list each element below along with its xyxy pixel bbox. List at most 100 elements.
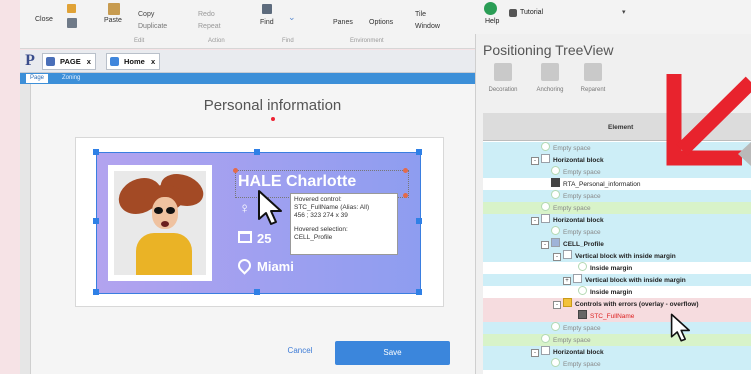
tree-row[interactable]: Empty space — [483, 226, 751, 238]
editor-subtab-bar: Page Zoning — [20, 73, 475, 84]
resize-handle[interactable] — [93, 218, 99, 224]
group-environment-label: Environment — [350, 38, 384, 44]
collapse-toggle[interactable]: - — [553, 253, 561, 261]
checkbox[interactable] — [563, 250, 572, 259]
page-icon — [46, 57, 55, 66]
tree-row[interactable]: Empty space — [483, 322, 751, 334]
tree-row[interactable]: + Vertical block with inside margin — [483, 274, 751, 286]
tree-row[interactable]: Inside margin — [483, 262, 751, 274]
help-icon[interactable] — [484, 2, 497, 15]
checkbox[interactable] — [541, 214, 550, 223]
tree-row[interactable]: Empty space — [483, 334, 751, 346]
close-icon[interactable] — [67, 4, 76, 13]
paste-button[interactable]: Paste — [104, 17, 122, 24]
sunglasses-shape — [154, 207, 176, 214]
checkbox[interactable] — [578, 286, 587, 295]
tree-row-label: Horizontal block — [553, 157, 604, 164]
tree-row[interactable]: STC_FullName — [483, 310, 751, 322]
tree-row[interactable]: Empty space — [483, 358, 751, 370]
checkbox[interactable] — [551, 190, 560, 199]
profile-photo[interactable] — [108, 165, 212, 281]
tab-home[interactable]: Home x — [106, 53, 161, 70]
checkbox[interactable] — [541, 202, 550, 211]
tree-row[interactable]: - CELL_Profile — [483, 238, 751, 250]
resize-handle[interactable] — [93, 289, 99, 295]
tree-row-label: Empty space — [563, 325, 601, 332]
repeat-button[interactable]: Repeat — [198, 23, 221, 30]
copy-button[interactable]: Copy — [138, 11, 154, 18]
red-arrow-icon — [666, 74, 751, 166]
collapse-toggle[interactable]: - — [553, 301, 561, 309]
decoration-button[interactable]: Decoration — [482, 63, 524, 93]
tooltip-line: CELL_Profile — [294, 234, 333, 241]
tree-row[interactable]: - Horizontal block — [483, 214, 751, 226]
find-icon[interactable] — [262, 4, 272, 14]
window-button[interactable]: Window — [415, 23, 440, 30]
mouse-cursor-icon — [258, 190, 282, 225]
anchoring-icon — [541, 63, 559, 81]
checkbox[interactable] — [551, 226, 560, 235]
duplicate-button[interactable]: Duplicate — [138, 23, 167, 30]
tree-row[interactable]: Inside margin — [483, 286, 751, 298]
ribbon-toolbar: Close Paste Copy Duplicate Edit Redo Rep… — [20, 0, 475, 49]
panes-button[interactable]: Panes — [333, 19, 353, 26]
tree-row[interactable]: - Controls with errors (overlay - overflo… — [483, 298, 751, 310]
checkbox[interactable] — [551, 166, 560, 175]
group-find-label: Find — [282, 38, 294, 44]
tree-row-label: Empty space — [563, 169, 601, 176]
tab-page[interactable]: PAGE x — [42, 53, 96, 70]
options-button[interactable]: Options — [369, 19, 393, 26]
resize-handle[interactable] — [416, 149, 422, 155]
checkbox[interactable] — [541, 346, 550, 355]
close-button[interactable]: Close — [35, 16, 53, 23]
help-button[interactable]: Help — [485, 18, 499, 25]
tile-button[interactable]: Tile — [415, 11, 426, 18]
printer-icon[interactable] — [67, 18, 77, 28]
expand-toggle[interactable]: + — [563, 277, 571, 285]
tree-row[interactable]: - Horizontal block — [483, 346, 751, 358]
subtab-page[interactable]: Page — [26, 74, 49, 83]
tooltip-line: Hovered control: — [294, 196, 342, 203]
save-button[interactable]: Save — [335, 341, 450, 365]
chevron-down-icon[interactable]: ▾ — [622, 8, 626, 16]
panel-title: Positioning TreeView — [483, 42, 614, 58]
resize-handle[interactable] — [93, 149, 99, 155]
anchoring-button[interactable]: Anchoring — [529, 63, 571, 93]
tree-row-label: Controls with errors (overlay - overflow… — [575, 301, 699, 308]
resize-handle[interactable] — [254, 289, 260, 295]
checkbox[interactable] — [541, 334, 550, 343]
redo-button[interactable]: Redo — [198, 11, 215, 18]
close-icon[interactable]: x — [151, 57, 155, 66]
checkbox[interactable] — [573, 274, 582, 283]
tree-row[interactable]: Empty space — [483, 190, 751, 202]
collapse-toggle[interactable]: - — [531, 217, 539, 225]
checkbox[interactable] — [541, 154, 550, 163]
checkbox[interactable] — [541, 142, 550, 151]
tree-row[interactable]: Empty space — [483, 202, 751, 214]
tree-row[interactable]: - Vertical block with inside margin — [483, 250, 751, 262]
collapse-toggle[interactable]: - — [531, 157, 539, 165]
checkbox[interactable] — [551, 358, 560, 367]
chevron-down-icon[interactable]: ⌄ — [288, 12, 296, 23]
find-button[interactable]: Find — [260, 19, 274, 26]
resize-handle[interactable] — [416, 218, 422, 224]
tab-home-label: Home — [124, 57, 145, 66]
checkbox[interactable] — [551, 322, 560, 331]
tutorial-icon — [509, 9, 517, 17]
resize-handle[interactable] — [416, 289, 422, 295]
paste-icon[interactable] — [108, 3, 120, 15]
close-icon[interactable]: x — [87, 57, 91, 66]
cancel-button[interactable]: Cancel — [265, 341, 335, 361]
tree-row-label: Vertical block with inside margin — [575, 253, 676, 260]
collapse-toggle[interactable]: - — [541, 241, 549, 249]
tree-row-label: Empty space — [563, 193, 601, 200]
subtab-zoning[interactable]: Zoning — [58, 74, 84, 83]
tab-page-label: PAGE — [60, 57, 81, 66]
checkbox[interactable] — [578, 262, 587, 271]
tooltip-line: Hovered selection: — [294, 226, 348, 233]
resize-handle[interactable] — [254, 149, 260, 155]
reparent-button[interactable]: Reparent — [572, 63, 614, 93]
mouse-cursor-icon — [670, 313, 690, 342]
collapse-toggle[interactable]: - — [531, 349, 539, 357]
tutorial-button[interactable]: Tutorial — [520, 9, 543, 16]
